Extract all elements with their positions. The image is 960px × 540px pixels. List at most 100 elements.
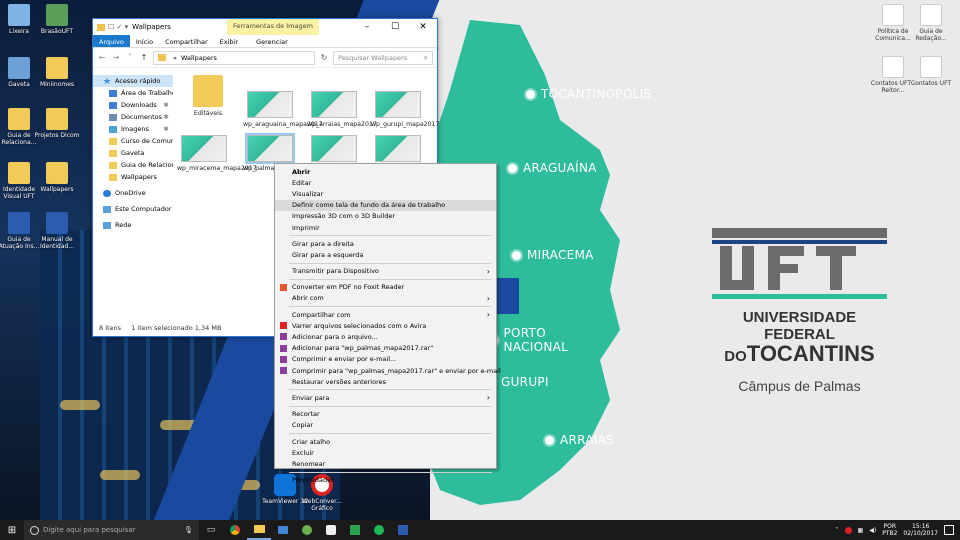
nav-item-desktop[interactable]: Área de Trabalho✱ [93, 87, 173, 99]
minimize-button[interactable]: – [353, 19, 381, 35]
tab-compartilhar[interactable]: Compartilhar [159, 35, 214, 47]
nav-item-network[interactable]: Rede [93, 219, 173, 231]
nav-item-guia-relacionamento[interactable]: Guia de Relacionan [93, 159, 173, 171]
nav-item-this-pc[interactable]: Este Computador [93, 203, 173, 215]
task-view-icon[interactable]: ▭ [199, 520, 223, 540]
file-item[interactable]: wp_miracema_mapa2017 [177, 135, 257, 172]
chevron-down-icon[interactable]: ˅ [125, 53, 135, 62]
context-menu: Abrir Editar Visualizar Definir como tela d… [274, 163, 501, 484]
folder-icon [109, 149, 117, 157]
menu-item[interactable]: Enviar para › [275, 392, 496, 403]
desktop-icon-miniinomes[interactable]: Miniinomes [33, 57, 81, 88]
uft-brand: UNIVERSIDADE FEDERAL DOTOCANTINS Câmpus … [712, 228, 887, 394]
file-item[interactable] [371, 135, 425, 165]
taskbar-search[interactable]: Digite aqui para pesquisar 🎙 [24, 520, 199, 540]
file-explorer-icon[interactable] [247, 520, 271, 540]
nav-item-curso-comunicacao[interactable]: Curso de Comunica [93, 135, 173, 147]
word-icon[interactable] [391, 520, 415, 540]
tab-exibir[interactable]: Exibir [214, 35, 244, 47]
search-input[interactable]: Pesquisar Wallpapers ⌕ [333, 50, 433, 65]
desktop-icon-manual-identidade[interactable]: Manual de Identidad... [33, 212, 81, 250]
menu-item[interactable]: Transmitir para Dispositivo › [275, 266, 496, 277]
file-item[interactable] [307, 135, 361, 165]
menu-item[interactable]: Abrir [275, 166, 496, 177]
chevron-up-icon[interactable]: ˄ [836, 527, 839, 534]
file-item[interactable]: wp_araguaina_mapa2017 [243, 91, 323, 128]
desktop-icon-contatos-uft[interactable]: Contatos UFT [907, 56, 955, 87]
back-arrow-icon[interactable]: ← [97, 53, 107, 62]
menu-item[interactable]: Comprimir para "wp_palmas_mapa2017.rar" … [275, 365, 501, 376]
menu-item[interactable]: Restaurar versões anteriores [275, 376, 496, 387]
nav-item-downloads[interactable]: Downloads ✱ [93, 99, 173, 111]
menu-item[interactable]: Visualizar [275, 188, 496, 199]
nav-item-onedrive[interactable]: OneDrive [93, 187, 173, 199]
menu-item[interactable]: Copiar [275, 420, 496, 431]
menu-item[interactable]: Varrer arquivos selecionados com o Avira [275, 320, 496, 331]
menu-item-label: Girar para a direita [292, 239, 354, 248]
address-bar[interactable]: » Wallpapers [153, 50, 315, 65]
menu-item[interactable]: Imprimir [275, 222, 496, 233]
menu-item[interactable]: Compartilhar com › [275, 309, 496, 320]
spotify-icon[interactable] [367, 520, 391, 540]
menu-item[interactable]: Excluir [275, 447, 496, 458]
volume-icon[interactable]: ◀) [869, 527, 876, 534]
paint-icon[interactable] [319, 520, 343, 540]
city-label: PORTO NACIONAL [492, 326, 572, 354]
quick-access-toolbar-icon[interactable]: ☐ ✓ ▾ [108, 23, 128, 31]
microphone-icon[interactable]: 🎙 [184, 526, 193, 534]
desktop-icon-wallpapers[interactable]: Wallpapers [33, 162, 81, 193]
breadcrumb-separator: » [173, 53, 177, 62]
nav-item-wallpapers[interactable]: Wallpapers [93, 171, 173, 183]
menu-item[interactable]: Definir como tela de fundo da área de tr… [275, 199, 496, 211]
breadcrumb-current[interactable]: Wallpapers [181, 54, 217, 62]
menu-item[interactable]: Criar atalho [275, 436, 496, 447]
city-label: MIRACEMA [512, 248, 594, 262]
nav-item-quick-access[interactable]: Acesso rápido [93, 75, 173, 87]
network-icon[interactable]: ▦ [858, 527, 864, 534]
menu-item[interactable]: Impressão 3D com o 3D Builder [275, 211, 496, 222]
menu-item[interactable]: Adicionar para "wp_palmas_mapa2017.rar" [275, 343, 496, 354]
photos-icon[interactable] [271, 520, 295, 540]
campus-name: Câmpus de Palmas [738, 378, 861, 394]
excel-icon[interactable] [343, 520, 367, 540]
desktop-icon-guia-redacao[interactable]: Guia de Redação... [907, 4, 955, 42]
xbox-icon[interactable] [295, 520, 319, 540]
chrome-icon[interactable] [223, 520, 247, 540]
menu-item[interactable]: Comprimir e enviar por e-mail... [275, 354, 496, 365]
notifications-icon[interactable] [944, 525, 954, 535]
desktop-icon-brasao[interactable]: BrasãoUFT [33, 4, 81, 35]
menu-separator [289, 471, 492, 473]
menu-item-label: Converter em PDF no Foxit Reader [292, 283, 405, 292]
menu-item[interactable]: Editar [275, 177, 496, 188]
menu-item[interactable]: Girar para a direita [275, 238, 496, 249]
menu-item[interactable]: Girar para a esquerda [275, 249, 496, 260]
language-indicator[interactable]: POR PTB2 [882, 523, 897, 537]
maximize-button[interactable]: ☐ [381, 19, 409, 35]
nav-item-gaveta[interactable]: Gaveta [93, 147, 173, 159]
menu-item-label: Girar para a esquerda [292, 250, 364, 259]
tab-gerenciar[interactable]: Gerenciar [250, 35, 294, 47]
close-button[interactable]: ✕ [409, 19, 437, 35]
forward-arrow-icon[interactable]: → [111, 53, 121, 62]
file-item[interactable]: wp_arraias_mapa2017 [307, 91, 377, 128]
avira-icon[interactable] [844, 526, 852, 534]
tab-arquivo[interactable]: Arquivo [93, 35, 130, 47]
menu-item[interactable]: Converter em PDF no Foxit Reader [275, 282, 496, 293]
menu-item[interactable]: Renomear [275, 458, 496, 469]
tab-inicio[interactable]: Início [130, 35, 159, 47]
nav-item-documents[interactable]: Documentos ✱ [93, 111, 173, 123]
menu-item[interactable]: Adicionar para o arquivo... [275, 331, 496, 342]
desktop-icon-projetos-dicom[interactable]: Projetos Dicom [33, 108, 81, 139]
window-titlebar[interactable]: ☐ ✓ ▾ Wallpapers Ferramentas de Imagem –… [93, 19, 437, 35]
up-arrow-icon[interactable]: ↑ [139, 53, 149, 62]
menu-item[interactable]: Recortar [275, 409, 496, 420]
file-item[interactable]: Editáveis [181, 75, 235, 117]
file-item[interactable]: wp_gurupi_mapa2017 [371, 91, 439, 128]
menu-item[interactable]: Propriedades [275, 475, 496, 486]
clock[interactable]: 15:16 02/10/2017 [903, 523, 938, 537]
rar-icon [280, 355, 287, 363]
refresh-icon[interactable]: ↻ [319, 53, 329, 62]
start-button[interactable]: ⊞ [0, 520, 24, 540]
nav-item-pictures[interactable]: Imagens ✱ [93, 123, 173, 135]
menu-item[interactable]: Abrir com › [275, 293, 496, 304]
